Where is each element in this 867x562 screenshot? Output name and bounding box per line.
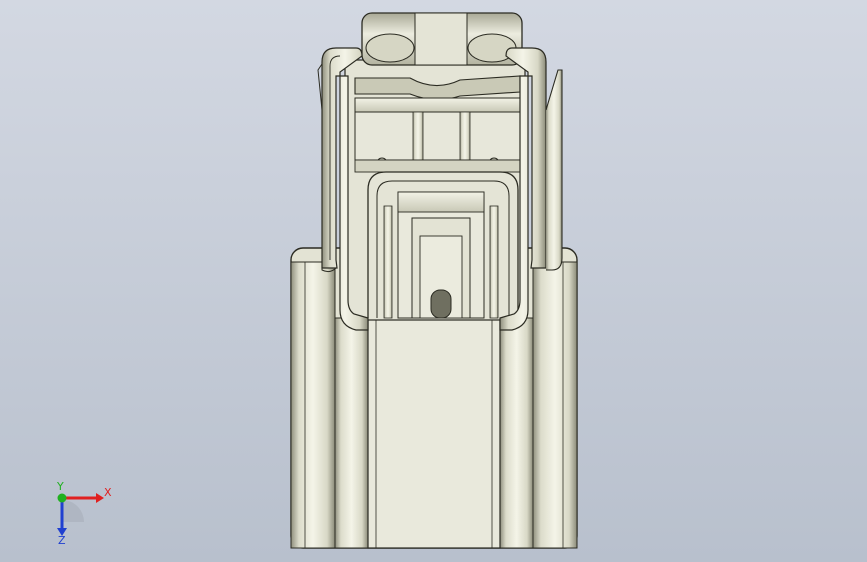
top-cap-left-boss xyxy=(365,33,415,63)
connector-model[interactable] xyxy=(0,0,867,562)
inner-post-right xyxy=(489,205,499,319)
mid-panel xyxy=(354,111,526,161)
housing-left-flange xyxy=(290,261,336,549)
mid-slot-left xyxy=(412,111,424,161)
graphics-viewport[interactable]: X Y Z xyxy=(0,0,867,562)
inner-post-left xyxy=(383,205,393,319)
mid-ledge xyxy=(354,159,526,173)
top-cap-center xyxy=(414,12,468,66)
housing-right-rib xyxy=(499,317,534,549)
housing-right-flange xyxy=(532,261,578,549)
y-axis-label: Y xyxy=(56,480,64,493)
z-axis-label: Z xyxy=(58,534,66,547)
mid-slot-right xyxy=(459,111,471,161)
x-axis-arrow-head xyxy=(96,493,104,503)
triad-shadow xyxy=(62,500,84,522)
y-axis-dot xyxy=(57,493,67,503)
inner-key xyxy=(430,289,452,319)
x-axis-label: X xyxy=(104,486,112,499)
right-latch-arm-outer xyxy=(545,69,563,271)
housing-center-block xyxy=(367,317,501,549)
housing-left-rib xyxy=(334,317,369,549)
inner-plate-top xyxy=(397,191,485,213)
coordinate-triad: X Y Z xyxy=(56,480,112,547)
latch-bar xyxy=(354,97,526,113)
